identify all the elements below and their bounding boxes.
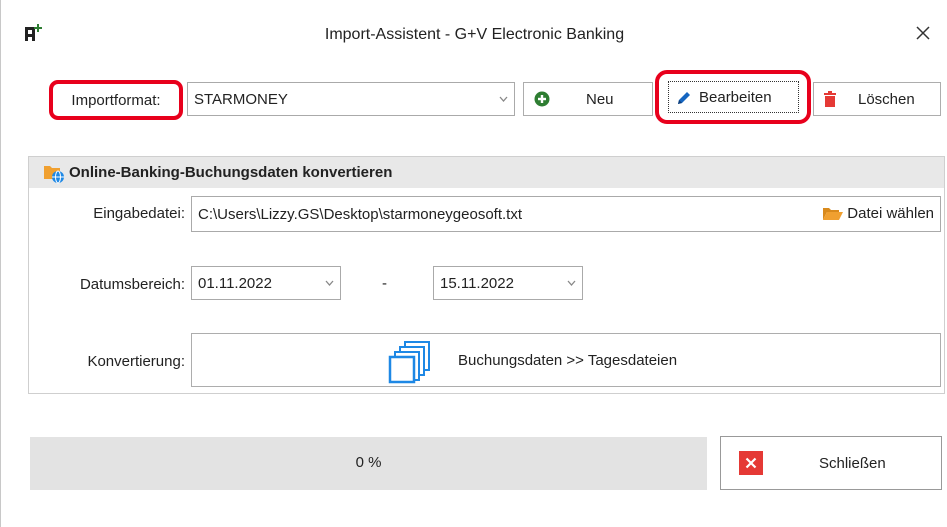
x-box-icon [739, 451, 763, 475]
new-button-label: Neu [586, 91, 614, 108]
import-format-label-text: Importformat: [71, 91, 161, 109]
group-title: Online-Banking-Buchungsdaten konvertiere… [69, 164, 393, 181]
date-from-value: 01.11.2022 [198, 274, 272, 292]
pencil-icon [678, 92, 690, 104]
import-format-value: STARMONEY [194, 90, 288, 108]
title-bar: Import-Assistent - G+V Electronic Bankin… [1, 0, 947, 64]
chevron-down-icon [560, 280, 582, 286]
trash-icon [824, 91, 836, 107]
window-title: Import-Assistent - G+V Electronic Bankin… [324, 26, 625, 43]
edit-button-label: Bearbeiten [699, 89, 772, 106]
close-button[interactable]: Schließen [720, 436, 942, 490]
progress-bar: 0 % [30, 437, 707, 490]
date-to-value: 15.11.2022 [440, 274, 514, 292]
window-close-button[interactable] [906, 18, 940, 48]
close-button-label: Schließen [819, 455, 886, 472]
delete-button-label: Löschen [858, 91, 915, 108]
convert-button-label: Buchungsdaten >> Tagesdateien [458, 352, 678, 369]
choose-file-button[interactable]: Datei wählen [822, 205, 934, 222]
date-from-picker[interactable]: 01.11.2022 [191, 266, 341, 300]
input-file-label: Eingabedatei: [93, 205, 185, 222]
new-button[interactable]: Neu [523, 82, 653, 116]
group-header: Online-Banking-Buchungsdaten konvertiere… [29, 157, 944, 188]
input-file-field[interactable]: C:\Users\Lizzy.GS\Desktop\starmoneygeoso… [191, 196, 941, 232]
progress-text: 0 % [355, 454, 382, 471]
copy-pages-icon [388, 341, 430, 384]
conversion-label: Konvertierung: [87, 353, 185, 370]
date-to-picker[interactable]: 15.11.2022 [433, 266, 583, 300]
chevron-down-icon [492, 96, 514, 102]
import-format-label: Importformat: [49, 80, 183, 120]
close-icon [916, 26, 930, 40]
date-range-label: Datumsbereich: [79, 276, 185, 293]
plus-circle-icon [534, 91, 550, 107]
import-assistant-window: Import-Assistent - G+V Electronic Bankin… [0, 0, 947, 527]
folder-open-icon [823, 207, 844, 220]
delete-button[interactable]: Löschen [813, 82, 941, 116]
date-range-separator: - [382, 275, 387, 292]
convert-button[interactable]: Buchungsdaten >> Tagesdateien [191, 333, 941, 387]
import-format-select[interactable]: STARMONEY [187, 82, 515, 116]
folder-globe-icon [44, 165, 64, 183]
choose-file-label: Datei wählen [847, 205, 934, 222]
chevron-down-icon [318, 280, 340, 286]
input-file-value: C:\Users\Lizzy.GS\Desktop\starmoneygeoso… [198, 206, 523, 223]
edit-button[interactable]: Bearbeiten [668, 81, 799, 113]
